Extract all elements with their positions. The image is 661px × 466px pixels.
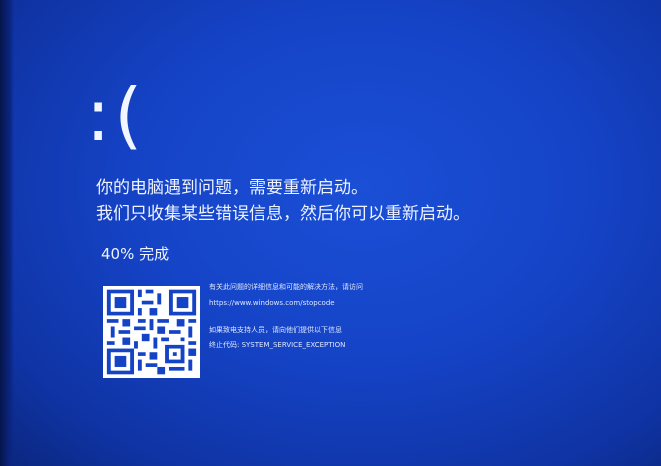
sad-face-icon: :( [86, 73, 147, 157]
bsod-screen: :( 你的电脑遇到问题，需要重新启动。 我们只收集某些错误信息，然后你可以重新启… [0, 0, 661, 466]
progress-status: 40% 完成 [101, 245, 170, 263]
error-message-line2: 我们只收集某些错误信息，然后你可以重新启动。 [96, 204, 470, 224]
stop-code-text: 终止代码: SYSTEM_SERVICE_EXCEPTION [209, 341, 346, 349]
support-info-text: 如果致电支持人员，请向他们提供以下信息 [209, 326, 342, 334]
details-info-text: 有关此问题的详细信息和可能的解决方法，请访问 [209, 283, 363, 291]
qr-code-icon [103, 286, 200, 378]
stopcode-url-link[interactable]: https://www.windows.com/stopcode [209, 299, 335, 308]
error-message-line1: 你的电脑遇到问题，需要重新启动。 [96, 178, 368, 198]
monitor-bezel [0, 0, 14, 466]
